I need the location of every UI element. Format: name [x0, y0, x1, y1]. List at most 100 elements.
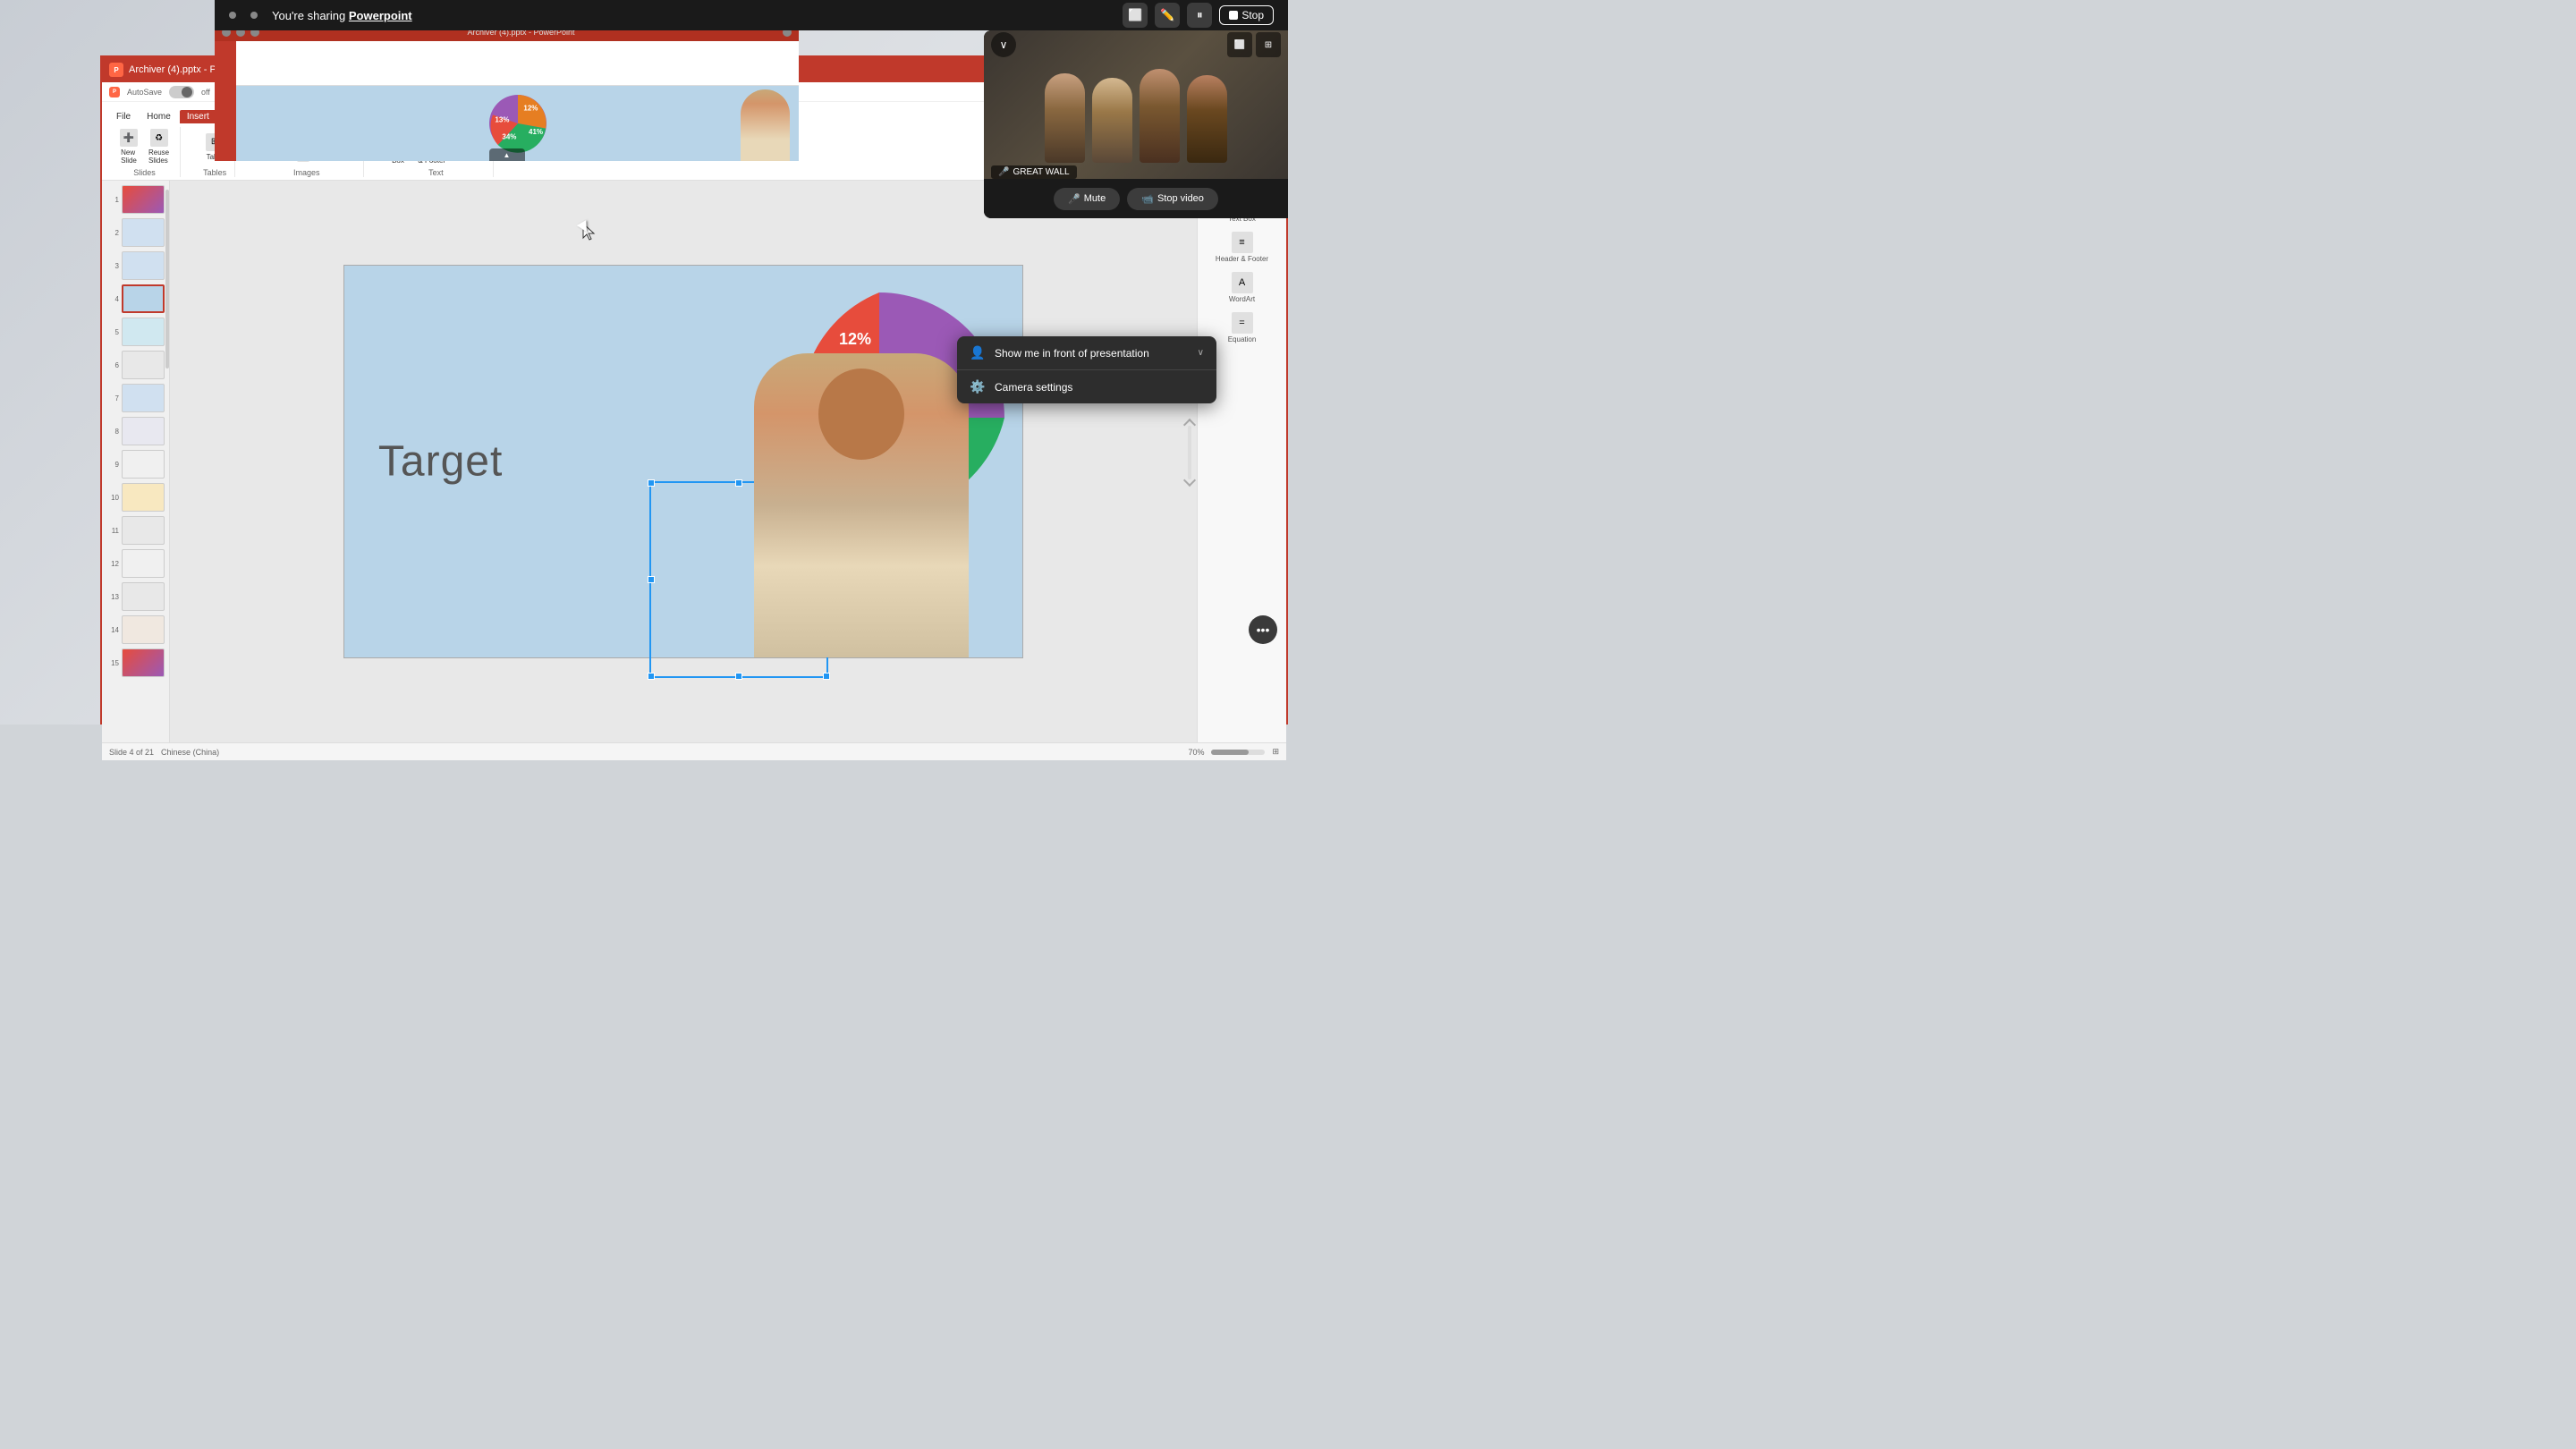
mute-btn[interactable]: 🎤 Mute — [1054, 188, 1120, 210]
slide-img-15[interactable] — [122, 648, 165, 677]
tab-home[interactable]: Home — [140, 110, 178, 123]
slide-thumb-2[interactable]: 2 — [106, 217, 165, 248]
images-group-label: Images — [293, 168, 320, 177]
slide-img-13[interactable] — [122, 582, 165, 611]
header-footer-right-btn[interactable]: ≡ Header & Footer — [1201, 228, 1283, 267]
slide-thumb-14[interactable]: 14 — [106, 614, 165, 645]
slide-img-10[interactable] — [122, 483, 165, 512]
slide-img-5[interactable] — [122, 318, 165, 346]
slide-thumb-4[interactable]: 4 — [106, 284, 165, 314]
text-group-label: Text — [428, 168, 444, 177]
slide-img-7[interactable] — [122, 384, 165, 412]
vertical-scrollbar[interactable] — [1188, 426, 1191, 479]
slide-img-11[interactable] — [122, 516, 165, 545]
fit-page-btn[interactable]: ⊞ — [1272, 747, 1279, 757]
status-right: 70% ⊞ — [1188, 747, 1279, 757]
slide-img-12[interactable] — [122, 549, 165, 578]
slide-thumb-12[interactable]: 12 — [106, 548, 165, 579]
person-1 — [1045, 73, 1085, 163]
slide-thumb-7[interactable]: 7 — [106, 383, 165, 413]
header-footer-right-icon: ≡ — [1232, 232, 1253, 253]
slide-canvas[interactable]: Target 41% 34% 13 — [170, 181, 1197, 742]
slide-num-14: 14 — [106, 626, 119, 634]
teams-video-panel: ∨ ⬜ ⊞ 🎤 GREAT WALL 🎤 Mute 📹 Stop video — [984, 30, 1288, 218]
zoom-slider-fill — [1211, 750, 1249, 755]
show-me-label: Show me in front of presentation — [995, 347, 1149, 360]
ribbon-slides-group: ➕ NewSlide ♻ ReuseSlides Slides — [109, 127, 181, 177]
slide-thumb-15[interactable]: 15 — [106, 648, 165, 678]
teams-controls: 🎤 Mute 📹 Stop video — [984, 179, 1288, 218]
header-footer-right-label: Header & Footer — [1216, 255, 1268, 263]
sel-handle-tl[interactable] — [648, 479, 655, 487]
sharing-text: You're sharing Powerpoint — [272, 9, 412, 22]
teams-collapse-btn[interactable]: ∨ — [991, 32, 1016, 57]
display-btn[interactable]: ⬜ — [1123, 3, 1148, 28]
camera-settings-label: Camera settings — [995, 381, 1072, 394]
slide-img-4[interactable] — [122, 284, 165, 313]
sel-handle-lm[interactable] — [648, 576, 655, 583]
slide-img-8[interactable] — [122, 417, 165, 445]
scroll-down-arrow[interactable] — [1183, 474, 1196, 487]
pause-btn[interactable]: ⏸ — [1187, 3, 1212, 28]
wordart-right-label: WordArt — [1229, 295, 1255, 303]
slide-thumb-3[interactable]: 3 — [106, 250, 165, 281]
teams-gallery-view-btn[interactable]: ⊞ — [1256, 32, 1281, 57]
slide-img-9[interactable] — [122, 450, 165, 479]
presenter-body — [754, 353, 969, 657]
wordart-right-icon: A — [1232, 272, 1253, 293]
equation-right-icon: = — [1232, 312, 1253, 334]
sel-handle-bm[interactable] — [735, 673, 742, 680]
slide-thumb-11[interactable]: 11 — [106, 515, 165, 546]
teams-video-header: ∨ ⬜ ⊞ — [984, 30, 1288, 59]
pie-label-12: 12% — [839, 330, 871, 348]
ppt-app-icon: P — [109, 63, 123, 77]
stop-sharing-btn[interactable]: Stop — [1219, 5, 1274, 25]
more-options-btn[interactable]: ••• — [1249, 615, 1277, 644]
slide-num-10: 10 — [106, 494, 119, 502]
slide-img-6[interactable] — [122, 351, 165, 379]
svg-text:41%: 41% — [529, 128, 543, 136]
preview-ribbon — [236, 41, 799, 86]
slide-thumb-6[interactable]: 6 — [106, 350, 165, 380]
slide-thumb-5[interactable]: 5 — [106, 317, 165, 347]
slide-img-2[interactable] — [122, 218, 165, 247]
preview-sidebar — [215, 41, 236, 161]
sel-handle-tm[interactable] — [735, 479, 742, 487]
teams-grid-view-btn[interactable]: ⬜ — [1227, 32, 1252, 57]
new-slide-icon: ➕ — [120, 129, 138, 147]
stop-video-btn[interactable]: 📹 Stop video — [1127, 188, 1218, 210]
slide-thumb-9[interactable]: 9 — [106, 449, 165, 479]
autosave-state: off — [201, 88, 210, 97]
slide-panel-scrollbar[interactable] — [165, 190, 169, 369]
slide-thumb-13[interactable]: 13 — [106, 581, 165, 612]
preview-person — [741, 89, 790, 161]
annotate-btn[interactable]: ✏️ — [1155, 3, 1180, 28]
slide-num-11: 11 — [106, 527, 119, 535]
slide-img-14[interactable] — [122, 615, 165, 644]
slide-img-3[interactable] — [122, 251, 165, 280]
sel-handle-br[interactable] — [823, 673, 830, 680]
zoom-slider[interactable] — [1211, 750, 1265, 755]
slide-img-1[interactable] — [122, 185, 165, 214]
context-menu-item-show-me[interactable]: 👤 Show me in front of presentation ∨ — [957, 336, 1216, 369]
zoom-level: 70% — [1188, 748, 1204, 757]
tab-insert[interactable]: Insert — [180, 110, 216, 123]
context-menu-item-camera[interactable]: ⚙️ Camera settings — [957, 370, 1216, 403]
wordart-right-btn[interactable]: A WordArt — [1201, 268, 1283, 307]
tab-file[interactable]: File — [109, 110, 138, 123]
slide-num-13: 13 — [106, 593, 119, 601]
collapse-preview-btn[interactable]: ▲ — [489, 148, 525, 161]
ppt-main-area: 1 2 3 4 5 6 7 — [102, 181, 1286, 742]
show-me-icon: 👤 — [970, 345, 986, 360]
slide-panel[interactable]: 1 2 3 4 5 6 7 — [102, 181, 170, 742]
reuse-slides-icon: ♻ — [150, 129, 168, 147]
stop-icon — [1229, 11, 1238, 20]
slide-thumb-1[interactable]: 1 — [106, 184, 165, 215]
new-slide-btn[interactable]: ➕ NewSlide — [116, 127, 141, 166]
sel-handle-bl[interactable] — [648, 673, 655, 680]
reuse-slides-btn[interactable]: ♻ ReuseSlides — [145, 127, 173, 166]
slide-thumb-8[interactable]: 8 — [106, 416, 165, 446]
autosave-toggle[interactable] — [169, 86, 194, 98]
slide-thumb-10[interactable]: 10 — [106, 482, 165, 513]
preview-main: 12% 41% 34% 13% — [236, 41, 799, 161]
